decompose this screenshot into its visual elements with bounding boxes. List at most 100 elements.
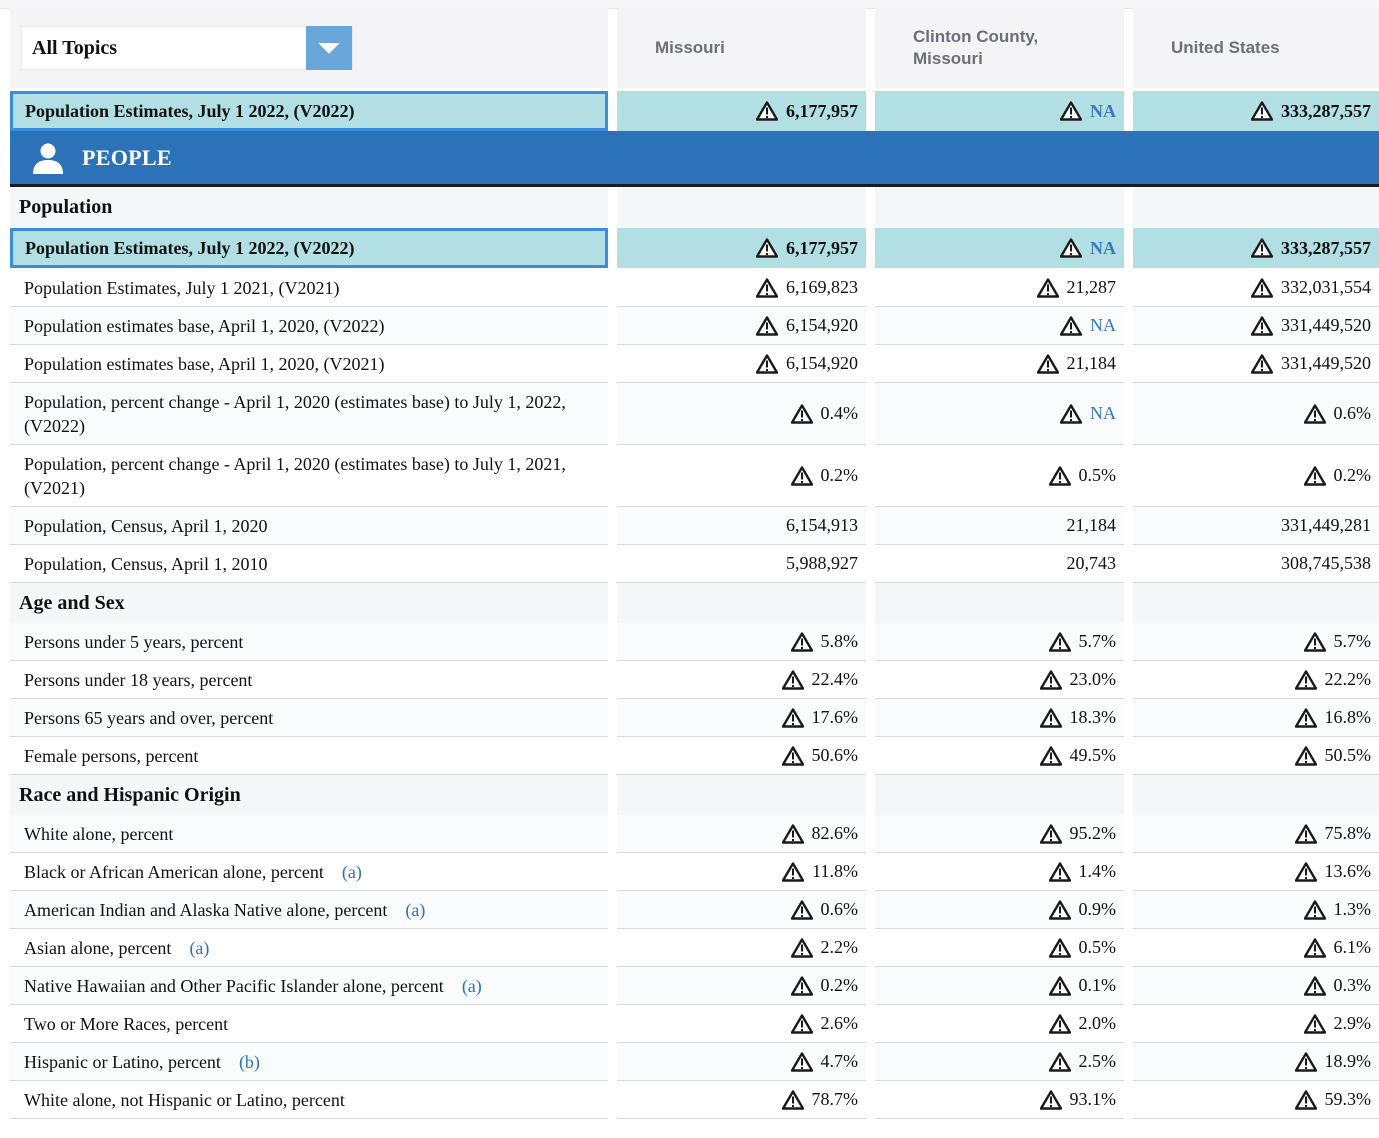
warning-triangle-icon[interactable] [756,315,778,336]
footnote-link[interactable]: (a) [189,936,209,960]
footnote-link[interactable]: (b) [239,1050,260,1074]
value-cell[interactable]: 2.6% [617,1005,866,1043]
value-cell[interactable]: 82.6% [617,815,866,853]
table-row[interactable]: Native Hawaiian and Other Pacific Island… [10,967,1379,1005]
warning-triangle-icon[interactable] [1303,937,1326,958]
warning-triangle-icon[interactable] [1294,1051,1317,1072]
warning-triangle-icon[interactable] [1251,101,1273,121]
value-cell[interactable]: 5,988,927 [617,545,866,583]
value-cell[interactable]: 0.3% [1133,967,1379,1005]
warning-triangle-icon[interactable] [1251,315,1273,336]
table-row[interactable]: Female persons, percent 50.6% 49.5% 50.5% [10,737,1379,775]
value-cell[interactable]: 22.2% [1133,661,1379,699]
table-row[interactable]: Population estimates base, April 1, 2020… [10,307,1379,345]
warning-triangle-icon[interactable] [781,669,804,690]
table-row[interactable]: Population, percent change - April 1, 20… [10,445,1379,507]
table-row[interactable]: Persons under 5 years, percent 5.8% 5.7% 5.… [10,623,1379,661]
table-row[interactable]: Hispanic or Latino, percent (b) 4.7% 2.5% 18… [10,1043,1379,1081]
value-cell[interactable]: 0.5% [875,445,1124,507]
pinned-row[interactable]: Population Estimates, July 1 2022, (V202… [10,91,1379,131]
warning-triangle-icon[interactable] [782,861,805,882]
table-row[interactable]: Persons 65 years and over, percent 17.6% 1… [10,699,1379,737]
warning-triangle-icon[interactable] [1060,101,1082,121]
value-cell[interactable]: 6,154,913 [617,507,866,545]
warning-triangle-icon[interactable] [1294,823,1317,844]
warning-triangle-icon[interactable] [781,745,804,766]
warning-triangle-icon[interactable] [1048,975,1071,996]
table-row[interactable]: Two or More Races, percent 2.6% 2.0% 2.9% [10,1005,1379,1043]
value-cell[interactable]: 0.6% [617,891,866,929]
value-cell[interactable]: NA [875,383,1124,445]
warning-triangle-icon[interactable] [790,1051,813,1072]
warning-triangle-icon[interactable] [1039,707,1062,728]
warning-triangle-icon[interactable] [790,1013,813,1034]
table-row[interactable]: Persons under 18 years, percent 22.4% 23.0… [10,661,1379,699]
value-cell[interactable]: 0.2% [617,445,866,507]
value-cell[interactable]: 17.6% [617,699,866,737]
warning-triangle-icon[interactable] [790,937,813,958]
value-cell[interactable]: 49.5% [875,737,1124,775]
value-cell[interactable]: 18.3% [875,699,1124,737]
footnote-link[interactable]: (a) [342,860,362,884]
table-row[interactable]: Population, percent change - April 1, 20… [10,383,1379,445]
warning-triangle-icon[interactable] [1303,465,1326,486]
table-row[interactable]: Population Estimates, July 1 2021, (V202… [10,269,1379,307]
value-cell[interactable]: 0.9% [875,891,1124,929]
value-cell[interactable]: 16.8% [1133,699,1379,737]
value-cell[interactable]: 1.3% [1133,891,1379,929]
warning-triangle-icon[interactable] [1294,1089,1317,1110]
value-cell[interactable]: 78.7% [617,1081,866,1119]
value-cell[interactable]: 21,184 [875,507,1124,545]
value-cell[interactable]: 332,031,554 [1133,269,1379,307]
warning-triangle-icon[interactable] [1294,861,1317,882]
table-row[interactable]: Population, Census, April 1, 2010 5,988,9… [10,545,1379,583]
footnote-link[interactable]: (a) [405,898,425,922]
value-cell[interactable]: NA [875,307,1124,345]
value-cell[interactable]: 6,169,823 [617,269,866,307]
table-row[interactable]: White alone, not Hispanic or Latino, per… [10,1081,1379,1119]
value-cell[interactable]: 5.7% [875,623,1124,661]
warning-triangle-icon[interactable] [1060,315,1082,336]
value-cell[interactable]: 331,449,281 [1133,507,1379,545]
table-row[interactable]: Asian alone, percent (a) 2.2% 0.5% 6.1% [10,929,1379,967]
table-row[interactable]: Population estimates base, April 1, 2020… [10,345,1379,383]
warning-triangle-icon[interactable] [1303,403,1326,424]
warning-triangle-icon[interactable] [1303,1013,1326,1034]
warning-triangle-icon[interactable] [1294,669,1317,690]
table-row[interactable]: American Indian and Alaska Native alone,… [10,891,1379,929]
value-cell[interactable]: NA [875,228,1124,268]
value-cell[interactable]: 6,177,957 [617,228,866,268]
pinned-value-us[interactable]: 333,287,557 [1133,91,1379,131]
value-cell[interactable]: 21,287 [875,269,1124,307]
value-cell[interactable]: 59.3% [1133,1081,1379,1119]
warning-triangle-icon[interactable] [1039,823,1062,844]
value-cell[interactable]: 50.5% [1133,737,1379,775]
warning-triangle-icon[interactable] [1048,1051,1071,1072]
value-cell[interactable]: 75.8% [1133,815,1379,853]
warning-triangle-icon[interactable] [1303,631,1326,652]
warning-triangle-icon[interactable] [1048,937,1071,958]
value-cell[interactable]: 0.6% [1133,383,1379,445]
warning-triangle-icon[interactable] [1251,238,1273,258]
warning-triangle-icon[interactable] [1048,465,1071,486]
value-cell[interactable]: 50.6% [617,737,866,775]
value-cell[interactable]: 1.4% [875,853,1124,891]
value-cell[interactable]: 13.6% [1133,853,1379,891]
warning-triangle-icon[interactable] [1036,277,1059,298]
value-cell[interactable]: 23.0% [875,661,1124,699]
warning-triangle-icon[interactable] [1294,745,1317,766]
people-section-header[interactable]: PEOPLE [10,131,1379,187]
value-cell[interactable]: 2.9% [1133,1005,1379,1043]
warning-triangle-icon[interactable] [1039,669,1062,690]
value-cell[interactable]: 2.2% [617,929,866,967]
value-cell[interactable]: 5.7% [1133,623,1379,661]
pinned-value-clinton[interactable]: NA [875,91,1124,131]
value-cell[interactable]: 21,184 [875,345,1124,383]
warning-triangle-icon[interactable] [781,707,804,728]
table-row[interactable]: White alone, percent 82.6% 95.2% 75.8% [10,815,1379,853]
warning-triangle-icon[interactable] [781,823,804,844]
warning-triangle-icon[interactable] [1251,353,1273,374]
chevron-down-icon[interactable] [306,26,352,70]
value-cell[interactable]: 333,287,557 [1133,228,1379,268]
value-cell[interactable]: 22.4% [617,661,866,699]
